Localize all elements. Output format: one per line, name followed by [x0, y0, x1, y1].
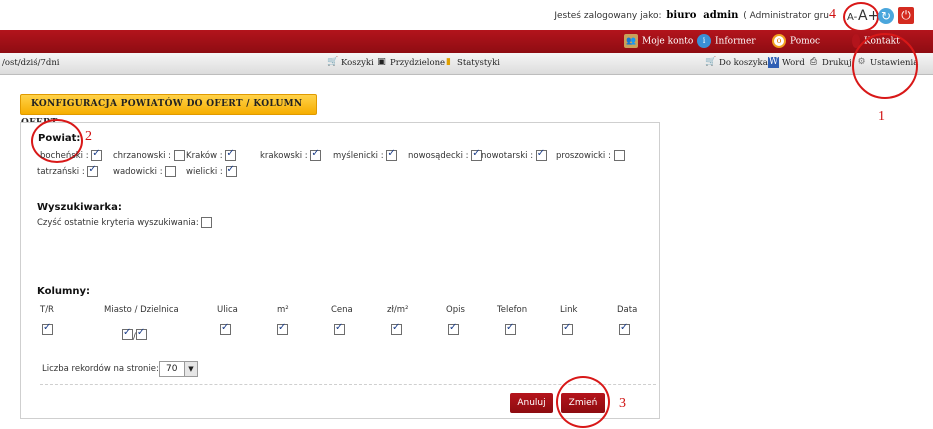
powiat-checkbox[interactable]	[87, 164, 99, 177]
column-checkbox[interactable]	[562, 322, 573, 335]
column-checkbox[interactable]	[448, 322, 459, 335]
column-checkbox[interactable]	[135, 327, 147, 340]
records-value: 70	[166, 364, 178, 374]
column-header: Miasto / Dzielnica	[104, 305, 179, 315]
powiat-item[interactable]: wadowicki :	[113, 166, 177, 177]
logged-as-label: Jesteś zalogowany jako:	[554, 11, 662, 21]
annotation-1: 1	[878, 109, 885, 124]
records-per-page-select[interactable]: 70 ▼	[159, 361, 198, 377]
powiat-item[interactable]: bocheński :	[40, 148, 103, 161]
powiat-item[interactable]: nowotarski :	[481, 148, 547, 161]
chart-icon: ▮	[446, 57, 451, 67]
column-checkbox[interactable]	[391, 322, 402, 335]
column-checkbox[interactable]	[220, 322, 231, 335]
add-basket-icon: 🛒	[705, 57, 717, 67]
column-checkbox[interactable]	[505, 322, 516, 335]
clear-criteria-option[interactable]: Czyść ostatnie kryteria wyszukiwania:	[37, 217, 213, 228]
powiat-checkbox[interactable]	[535, 148, 547, 161]
powiat-checkbox[interactable]	[173, 150, 185, 161]
column-header: zł/m²	[387, 305, 409, 315]
annotation-circle-3	[556, 376, 610, 428]
column-header: T/R	[40, 305, 54, 315]
cancel-button[interactable]: Anuluj	[510, 393, 553, 413]
column-checkbox[interactable]	[619, 322, 630, 335]
menu-help[interactable]: o Pomoc	[772, 34, 820, 49]
column-header: Opis	[446, 305, 465, 315]
printer-icon: ⎙	[809, 57, 818, 67]
annotation-2: 2	[85, 129, 92, 144]
column-checkbox[interactable]	[122, 327, 133, 340]
help-icon: o	[772, 34, 786, 48]
column-checkbox[interactable]	[334, 322, 345, 335]
chevron-down-icon: ▼	[184, 362, 197, 376]
powiat-item[interactable]: tatrzański :	[37, 164, 99, 177]
clear-criteria-checkbox[interactable]	[201, 217, 213, 228]
column-header: m²	[277, 305, 289, 315]
user-group: ( Administrator gru	[743, 11, 829, 21]
word-icon: W	[768, 57, 779, 68]
powiat-checkbox[interactable]	[310, 148, 322, 161]
power-icon[interactable]: ⏻	[898, 7, 914, 24]
informer-icon: i	[697, 34, 711, 48]
menu-informer[interactable]: i Informer	[697, 34, 756, 49]
column-header: Telefon	[497, 305, 528, 315]
section-title: Konfiguracja powiatów do ofert / kolumn …	[20, 94, 317, 128]
records-label: Liczba rekordów na stronie:	[42, 364, 159, 374]
toolbar-print[interactable]: ⎙ Drukuj	[808, 56, 852, 70]
column-header: Link	[560, 305, 578, 315]
powiat-checkbox[interactable]	[165, 166, 177, 177]
toolbar-assigned[interactable]: ▣ Przydzielone	[376, 56, 445, 70]
column-checkbox[interactable]	[42, 322, 53, 335]
powiat-checkbox[interactable]	[386, 148, 398, 161]
annotation-3: 3	[619, 396, 626, 411]
menu-my-account[interactable]: 👥 Moje konto	[624, 34, 693, 49]
toolbar-stats[interactable]: ▮ Statystyki	[443, 56, 500, 70]
powiat-checkbox[interactable]	[225, 164, 237, 177]
user-login: admin	[703, 10, 739, 21]
column-header: Ulica	[217, 305, 238, 315]
refresh-icon[interactable]: ↻	[878, 8, 894, 24]
powiat-item[interactable]: nowosądecki :	[408, 148, 483, 161]
column-checkbox[interactable]	[277, 322, 288, 335]
toolbar-word[interactable]: W Word	[768, 56, 805, 70]
powiat-item[interactable]: wielicki :	[186, 164, 237, 177]
breadcrumb: /ost/dziś/7dni	[2, 58, 60, 68]
powiat-checkbox[interactable]	[91, 148, 103, 161]
users-icon: 👥	[624, 34, 638, 48]
powiat-item[interactable]: myślenicki :	[333, 148, 398, 161]
powiat-item[interactable]: krakowski :	[260, 148, 322, 161]
column-header: Cena	[331, 305, 353, 315]
powiat-checkbox[interactable]	[225, 148, 237, 161]
columns-label: Kolumny:	[37, 286, 91, 297]
assigned-icon: ▣	[377, 57, 386, 67]
toolbar-to-basket[interactable]: 🛒 Do koszyka	[705, 56, 768, 70]
annotation-4: 4	[829, 7, 836, 22]
user-info: Jesteś zalogowany jako: biuro admin ( Ad…	[554, 10, 829, 21]
annotation-circle-1	[852, 33, 918, 99]
column-header: Data	[617, 305, 638, 315]
basket-icon: 🛒	[327, 57, 339, 67]
annotation-circle-4	[843, 2, 879, 32]
column-checkbox-pair: /	[122, 324, 147, 343]
powiat-checkbox[interactable]	[613, 150, 625, 161]
powiat-item[interactable]: chrzanowski :	[113, 150, 185, 161]
search-label: Wyszukiwarka:	[37, 202, 122, 213]
toolbar-baskets[interactable]: 🛒 Koszyki	[327, 56, 374, 70]
powiat-item[interactable]: proszowicki :	[556, 150, 625, 161]
powiat-item[interactable]: Kraków :	[186, 148, 237, 161]
user-name: biuro	[666, 10, 697, 21]
